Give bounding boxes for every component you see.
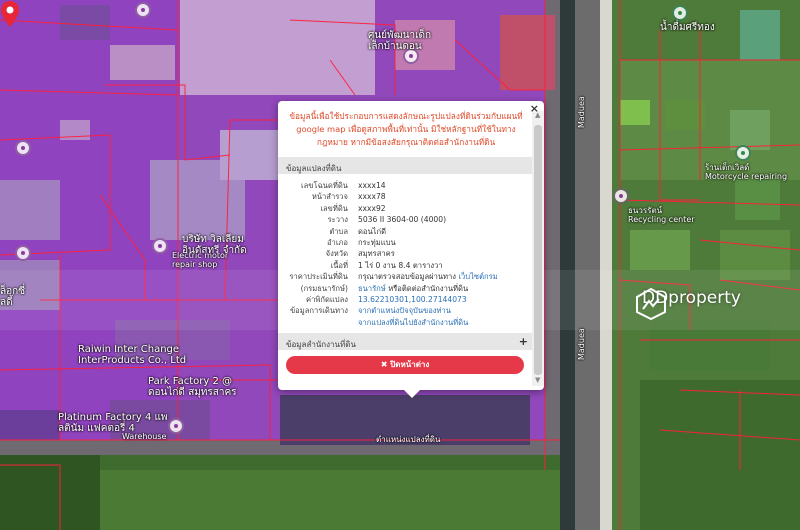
field-label: เลขโฉนดที่ดิน — [301, 181, 348, 190]
ddproperty-watermark: DDproperty — [636, 288, 741, 320]
road-label: Maduea — [577, 96, 586, 128]
field-label: ตำบล — [329, 226, 348, 236]
field-label: จังหวัด — [325, 249, 348, 259]
field-value: xxxx78 — [358, 192, 386, 202]
field-label: ค่าพิกัดแปลง — [306, 295, 348, 305]
popup-pointer — [403, 389, 421, 398]
table-row: ระวาง 5036 II 3604-00 (4000) — [278, 214, 532, 225]
parcel-info-table: เลขโฉนดที่ดิน xxxx14 หน้าสำรวจ xxxx78 เลขท… — [278, 180, 532, 328]
coordinates-link[interactable]: 13.62210301,100.27144073 — [358, 295, 467, 304]
pin-label: ตำแหน่งแปลงที่ดิน — [376, 435, 441, 444]
field-label: อำเภอ — [327, 238, 348, 248]
map-label: ศูนย์พัฒนาเด็ก เล็กบ้านดอน — [368, 30, 432, 52]
section-header-office[interactable]: ข้อมูลสำนักงานที่ดิน + — [278, 333, 532, 351]
table-row: ราคาประเมินที่ดิน (กรมธนารักษ์) กรุณาตรวจ… — [278, 271, 532, 294]
map-pin-icon[interactable] — [135, 2, 151, 18]
map-label: Warehouse — [122, 432, 167, 441]
map-label: ร้านเต็กเวิลด์ Motorcycle repairing — [705, 163, 788, 181]
table-row: หน้าสำรวจ xxxx78 — [278, 191, 532, 202]
popup-scrollbar[interactable]: ▲ ▼ — [532, 111, 544, 386]
field-value: 13.62210301,100.27144073 — [358, 294, 532, 305]
close-icon[interactable]: × — [530, 103, 539, 114]
map-pin-icon[interactable] — [613, 188, 629, 204]
map-label: บริษัท วิลเลียม อินดัสทรี จำกัด — [182, 234, 247, 256]
treasury-website-link[interactable]: เว็บไซต์กรม — [458, 272, 497, 281]
disclaimer-notice: ข้อมูลนี้เพื่อใช้ประกอบการแสดงลักษณะรูปแ… — [289, 111, 523, 147]
section-title: ข้อมูลสำนักงานที่ดิน — [286, 340, 356, 350]
field-label: ระวาง — [327, 215, 348, 225]
map-pin-icon[interactable] — [672, 5, 688, 21]
parcel-location-pin-icon[interactable] — [0, 0, 20, 28]
parcel-info-popup: ข้อมูลนี้เพื่อใช้ประกอบการแสดงลักษณะรูปแ… — [278, 101, 544, 390]
route-from-current-link[interactable]: จากตำแหน่งปัจจุบันของท่าน — [358, 306, 451, 315]
table-row: ตำบล ดอนไก่ดี — [278, 226, 532, 237]
ddproperty-logo-icon — [636, 288, 666, 320]
table-row: เลขโฉนดที่ดิน xxxx14 — [278, 180, 532, 191]
table-row: อำเภอ กระทุ่มแบน — [278, 237, 532, 248]
field-label: ราคาประเมินที่ดิน (กรมธนารักษ์) — [278, 271, 358, 294]
field-value: xxxx92 — [358, 203, 386, 213]
field-label: หน้าสำรวจ — [311, 192, 348, 202]
field-value: กระทุ่มแบน — [358, 238, 396, 248]
table-row: เนื้อที่ 1 ไร่ 0 งาน 8.4 ตารางวา — [278, 260, 532, 271]
scrollbar-thumb[interactable] — [534, 125, 542, 375]
popup-content[interactable]: ข้อมูลนี้เพื่อใช้ประกอบการแสดงลักษณะรูปแ… — [278, 101, 532, 390]
field-label: เลขที่ดิน — [320, 203, 348, 213]
map-label: Park Factory 2 @ ดอนไก่ดี สมุทรสาคร — [148, 376, 237, 398]
scroll-down-icon[interactable]: ▼ — [535, 376, 540, 384]
appraisal-text: หรือติดต่อสำนักงานที่ดิน — [385, 283, 469, 293]
map-pin-icon[interactable] — [168, 418, 184, 434]
treasury-website-link[interactable]: ธนารักษ์ — [358, 284, 386, 293]
field-label: เนื้อที่ — [330, 260, 348, 270]
map-label: น้ำดื่มศรีทอง — [660, 22, 715, 33]
table-row: ค่าพิกัดแปลง 13.62210301,100.27144073 — [278, 294, 532, 305]
close-window-button[interactable]: ✖ ปิดหน้าต่าง — [286, 356, 524, 375]
map-label: ธนวรรัตน์ Recycling center — [628, 206, 695, 224]
expand-icon[interactable]: + — [519, 335, 528, 348]
map-label: Raiwin Inter Change InterProducts Co., L… — [78, 344, 187, 366]
map-pin-icon[interactable] — [15, 245, 31, 261]
field-value: สมุทรสาคร — [358, 249, 395, 259]
map-label: Platinum Factory 4 แพ ลตินัม แฟคตอรี่ 4 — [58, 412, 168, 434]
table-row: เลขที่ดิน xxxx92 — [278, 203, 532, 214]
field-value: กรุณาตรวจสอบข้อมูลผ่านทาง เว็บไซต์กรมธนา… — [358, 271, 532, 294]
field-value: ดอนไก่ดี — [358, 226, 387, 236]
map-pin-icon[interactable] — [735, 145, 751, 161]
field-value: 1 ไร่ 0 งาน 8.4 ตารางวา — [358, 260, 443, 270]
road-label: Maduea — [577, 328, 586, 360]
map-label: ล็อกซี่ ลดี้ — [0, 286, 25, 308]
map-pin-icon[interactable] — [152, 238, 168, 254]
table-row: จังหวัด สมุทรสาคร — [278, 248, 532, 259]
route-to-office-link[interactable]: จากแปลงที่ดินไปยังสำนักงานที่ดิน — [358, 318, 468, 327]
table-row: ข้อมูลการเดินทาง จากตำแหน่งปัจจุบันของท่… — [278, 305, 532, 328]
field-value: จากตำแหน่งปัจจุบันของท่านจากแปลงที่ดินไป… — [358, 305, 532, 328]
field-label-line: ราคาประเมินที่ดิน — [289, 272, 348, 282]
map-pin-icon[interactable] — [15, 140, 31, 156]
field-value: 5036 II 3604-00 (4000) — [358, 215, 447, 225]
appraisal-text: กรุณาตรวจสอบข้อมูลผ่านทาง — [358, 272, 459, 282]
field-value: xxxx14 — [358, 181, 386, 190]
section-header-parcel[interactable]: ข้อมูลแปลงที่ดิน — [278, 157, 532, 174]
field-label-line: (กรมธนารักษ์) — [300, 283, 348, 293]
field-label: ข้อมูลการเดินทาง — [289, 306, 348, 316]
